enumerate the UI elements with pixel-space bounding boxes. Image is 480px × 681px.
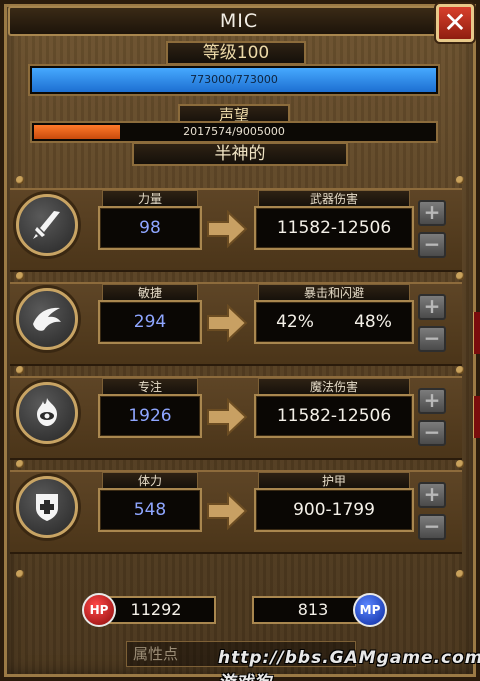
watermark: http://bbs.GAMgame.com 游戏狗 — [218, 648, 480, 681]
arrow-right-icon — [207, 304, 248, 342]
rivet — [456, 460, 464, 468]
rivet — [16, 570, 24, 578]
side-tab[interactable] — [473, 396, 480, 438]
reputation-text: 2017574/9005000 — [183, 125, 285, 138]
decrease-agility-button[interactable]: − — [418, 326, 446, 352]
stat-row-focus: 专注 1926 魔法伤害 11582-12506 + − — [10, 374, 462, 462]
stat-value: 1926 — [98, 394, 202, 438]
sword-icon — [16, 194, 78, 256]
result-value: 11582-12506 — [254, 206, 414, 250]
reputation-rank: 半神的 — [132, 142, 348, 166]
increase-strength-button[interactable]: + — [418, 200, 446, 226]
rivet — [16, 460, 24, 468]
rivet — [456, 176, 464, 184]
xp-text: 773000/773000 — [190, 73, 278, 86]
side-tab[interactable] — [473, 312, 480, 354]
increase-vitality-button[interactable]: + — [418, 482, 446, 508]
rivet — [456, 570, 464, 578]
decrease-focus-button[interactable]: − — [418, 420, 446, 446]
increase-focus-button[interactable]: + — [418, 388, 446, 414]
stat-row-strength: 力量 98 武器伤害 11582-12506 + − — [10, 186, 462, 274]
rivet — [456, 366, 464, 374]
mp-orb-icon: MP — [353, 593, 387, 627]
stat-value: 98 — [98, 206, 202, 250]
level-label: 等级100 — [166, 41, 306, 65]
eye-flame-icon — [16, 382, 78, 444]
arrow-right-icon — [207, 398, 248, 436]
stat-value: 548 — [98, 488, 202, 532]
arrow-right-icon — [207, 492, 248, 530]
increase-agility-button[interactable]: + — [418, 294, 446, 320]
reputation-bar: 2017574/9005000 — [30, 121, 438, 143]
close-button[interactable]: ✕ — [436, 4, 474, 42]
decrease-strength-button[interactable]: − — [418, 232, 446, 258]
window-title: MIC — [8, 6, 470, 36]
stat-row-vitality: 体力 548 护甲 900-1799 + − — [10, 468, 462, 556]
arrow-right-icon — [207, 210, 248, 248]
result-value: 11582-12506 — [254, 394, 414, 438]
xp-bar: 773000/773000 — [28, 64, 440, 96]
result-value: 900-1799 — [254, 488, 414, 532]
rivet — [16, 176, 24, 184]
stat-value: 294 — [98, 300, 202, 344]
shield-cross-icon — [16, 476, 78, 538]
rivet — [16, 366, 24, 374]
close-x-icon: ✕ — [443, 6, 467, 39]
crit-chance: 42% — [276, 312, 314, 332]
rivet — [16, 272, 24, 280]
decrease-vitality-button[interactable]: − — [418, 514, 446, 540]
rivet — [456, 272, 464, 280]
result-value: 42% 48% — [254, 300, 414, 344]
hp-orb-icon: HP — [82, 593, 116, 627]
dodge-chance: 48% — [354, 312, 392, 332]
dodge-hand-icon — [16, 288, 78, 350]
stat-row-agility: 敏捷 294 暴击和闪避 42% 48% + − — [10, 280, 462, 368]
